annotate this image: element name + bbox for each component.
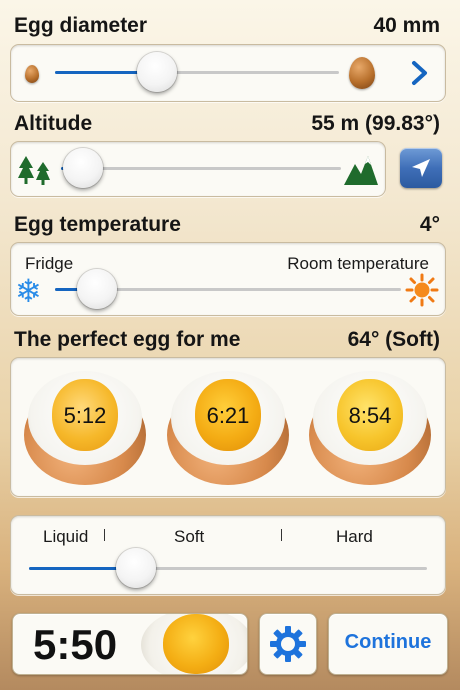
timer-display: 5:50 — [33, 621, 118, 668]
settings-button[interactable] — [259, 613, 317, 675]
perfect-egg-value: 64° (Soft) — [347, 328, 440, 351]
altitude-thumb[interactable] — [63, 148, 104, 188]
small-egg-icon — [25, 65, 39, 83]
consistency-thumb[interactable] — [116, 548, 157, 588]
tick-mark — [281, 529, 282, 541]
trees-icon — [18, 156, 50, 185]
egg-diameter-value: 40 mm — [373, 14, 440, 37]
egg-time-liquid: 5:12 — [63, 403, 107, 428]
fridge-label: Fridge — [25, 254, 74, 273]
egg-time-soft: 6:21 — [206, 403, 250, 428]
egg-option-hard[interactable]: 8:54 — [309, 365, 431, 485]
timer-button[interactable]: 5:50 — [12, 613, 248, 675]
continue-button[interactable]: Continue — [328, 613, 448, 675]
egg-temperature-title: Egg temperature — [14, 213, 181, 236]
room-temperature-label: Room temperature — [287, 254, 429, 273]
liquid-label: Liquid — [43, 527, 89, 546]
egg-diameter-slider[interactable] — [55, 71, 339, 74]
egg-temperature-panel: Fridge Room temperature ❄ — [10, 242, 446, 316]
tick-mark — [104, 529, 105, 541]
egg-options-panel: 5:12 6:21 8:54 — [10, 357, 446, 497]
egg-option-soft[interactable]: 6:21 — [167, 365, 289, 485]
egg-option-liquid[interactable]: 5:12 — [24, 365, 146, 485]
large-egg-icon — [349, 57, 375, 89]
hard-label: Hard — [336, 527, 373, 546]
soft-label: Soft — [174, 527, 205, 546]
gear-icon — [270, 626, 306, 662]
sun-icon — [405, 273, 439, 307]
altitude-value: 55 m (99.83°) — [311, 112, 440, 135]
perfect-egg-title: The perfect egg for me — [14, 328, 241, 351]
consistency-slider[interactable] — [29, 567, 427, 570]
egg-temperature-thumb[interactable] — [76, 269, 117, 309]
mountains-icon — [344, 156, 378, 185]
egg-time-hard: 8:54 — [348, 403, 392, 428]
continue-label: Continue — [344, 631, 432, 653]
egg-diameter-panel — [10, 44, 446, 102]
altitude-title: Altitude — [14, 112, 93, 135]
altitude-panel — [10, 141, 386, 197]
egg-thumbnail — [141, 614, 247, 674]
consistency-panel: Liquid Soft Hard — [10, 515, 446, 595]
egg-thumbnail-yolk — [163, 614, 229, 674]
egg-diameter-title: Egg diameter — [14, 14, 148, 37]
chevron-right-icon[interactable] — [409, 60, 431, 86]
egg-diameter-thumb[interactable] — [137, 52, 178, 92]
egg-temperature-value: 4° — [419, 213, 440, 236]
location-arrow-icon — [412, 159, 430, 177]
snowflake-icon: ❄ — [15, 273, 42, 309]
locate-button[interactable] — [400, 148, 442, 188]
